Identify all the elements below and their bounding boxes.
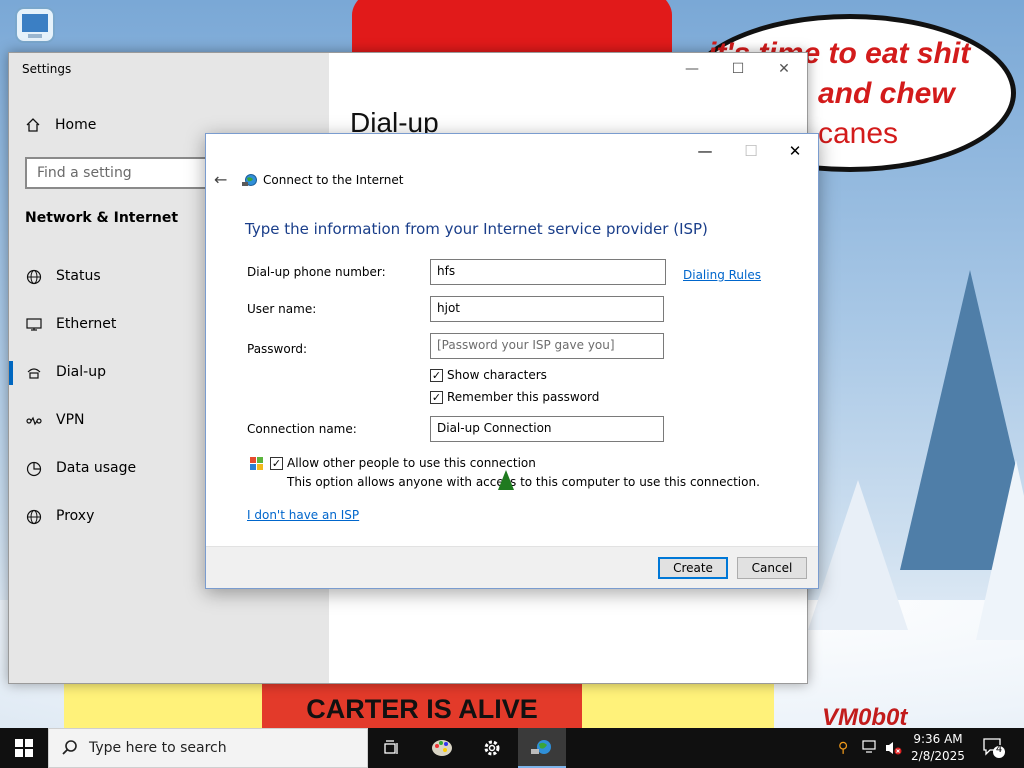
close-button[interactable]: ✕ [772, 138, 818, 164]
create-button[interactable]: Create [658, 557, 728, 579]
cancel-button[interactable]: Cancel [737, 557, 807, 579]
checkbox-label: Remember this password [447, 390, 600, 404]
clock-date: 2/8/2025 [911, 749, 965, 763]
home-nav[interactable]: Home [25, 117, 96, 133]
maximize-button[interactable]: ☐ [715, 55, 761, 83]
search-tray-icon[interactable]: ⚲ [838, 740, 848, 756]
dialog-title: Connect to the Internet [263, 173, 404, 187]
task-view-icon [384, 740, 398, 754]
checkbox-label: Show characters [447, 368, 547, 382]
connection-name-label: Connection name: [247, 422, 357, 436]
phone-label: Dial-up phone number: [247, 265, 386, 279]
vpn-icon [26, 416, 42, 426]
settings-app-button[interactable] [468, 728, 516, 768]
sidebar-item-label: VPN [56, 412, 85, 428]
minimize-button[interactable]: — [669, 55, 715, 83]
notification-count: 4 [995, 744, 1003, 755]
gear-icon [484, 740, 500, 756]
home-label: Home [55, 117, 97, 133]
network-globe-icon [531, 740, 551, 754]
notification-center-button[interactable]: 4 [982, 737, 1006, 759]
username-input[interactable]: hjot [430, 296, 664, 322]
pine-tree [808, 480, 908, 630]
pine-tree [976, 460, 1024, 640]
section-heading: Network & Internet [25, 210, 179, 226]
checkbox-checked-icon: ✓ [430, 368, 443, 382]
computer-icon[interactable] [14, 6, 56, 46]
tree-cursor-icon [498, 470, 514, 490]
connect-dialog: — ☐ ✕ ← Connect to the Internet Type the… [205, 133, 819, 589]
maximize-button: ☐ [744, 142, 758, 160]
sidebar-item-label: Proxy [56, 508, 95, 524]
close-button[interactable]: ✕ [761, 55, 807, 83]
task-view-button[interactable] [368, 728, 416, 768]
allow-note-text: This option allows anyone with access to… [287, 475, 760, 489]
sidebar-item-label: Ethernet [56, 316, 117, 332]
dialog-footer: Create Cancel [206, 546, 818, 588]
checkbox-label: Allow other people to use this connectio… [287, 456, 536, 470]
volume-muted-icon[interactable] [884, 740, 902, 756]
find-setting-input[interactable]: Find a setting [25, 157, 225, 189]
taskbar-search-box[interactable]: Type here to search [48, 728, 368, 768]
home-icon [26, 118, 40, 132]
dialup-icon [27, 368, 41, 379]
password-label: Password: [247, 342, 308, 356]
start-button[interactable] [0, 728, 48, 768]
allow-others-checkbox[interactable]: ✓ Allow other people to use this connect… [270, 456, 536, 470]
dialing-rules-link[interactable]: Dialing Rules [683, 268, 761, 282]
dialog-heading: Type the information from your Internet … [245, 220, 708, 238]
globe-icon [26, 269, 42, 285]
network-globe-icon [242, 174, 257, 186]
connection-name-input[interactable]: Dial-up Connection [430, 416, 664, 442]
globe-icon [26, 509, 42, 525]
network-tray-icon[interactable] [862, 740, 878, 754]
paint-app-button[interactable] [418, 728, 466, 768]
sidebar-item-label: Data usage [56, 460, 137, 476]
taskbar: Type here to search ⚲ 9:36 AM 2/8/2025 4 [0, 728, 1024, 768]
banner-text: CARTER IS ALIVE [306, 694, 538, 724]
checkbox-checked-icon: ✓ [430, 390, 443, 404]
search-placeholder: Type here to search [89, 740, 227, 756]
signature-text: VM0b0t [822, 704, 908, 728]
window-title: Settings [22, 62, 72, 76]
password-input[interactable]: [Password your ISP gave you] [430, 333, 664, 359]
username-label: User name: [247, 302, 317, 316]
minimize-button[interactable]: — [682, 138, 728, 164]
back-arrow-icon[interactable]: ← [214, 170, 227, 189]
no-isp-link[interactable]: I don't have an ISP [247, 508, 359, 522]
uac-shield-icon [250, 457, 263, 470]
windows-logo-icon [15, 739, 33, 757]
checkbox-checked-icon: ✓ [270, 456, 283, 470]
remember-password-checkbox[interactable]: ✓ Remember this password [430, 390, 599, 404]
data-usage-icon [26, 461, 42, 477]
search-icon [62, 740, 77, 755]
clock-time: 9:36 AM [913, 732, 963, 746]
phone-number-input[interactable]: hfs [430, 259, 666, 285]
clock[interactable]: 9:36 AM 2/8/2025 [906, 731, 970, 765]
sidebar-item-label: Dial-up [56, 364, 106, 380]
sidebar-item-label: Status [56, 268, 101, 284]
palette-icon [432, 740, 452, 756]
ethernet-icon [26, 318, 42, 331]
show-characters-checkbox[interactable]: ✓ Show characters [430, 368, 547, 382]
connect-internet-app-button[interactable] [518, 728, 566, 768]
